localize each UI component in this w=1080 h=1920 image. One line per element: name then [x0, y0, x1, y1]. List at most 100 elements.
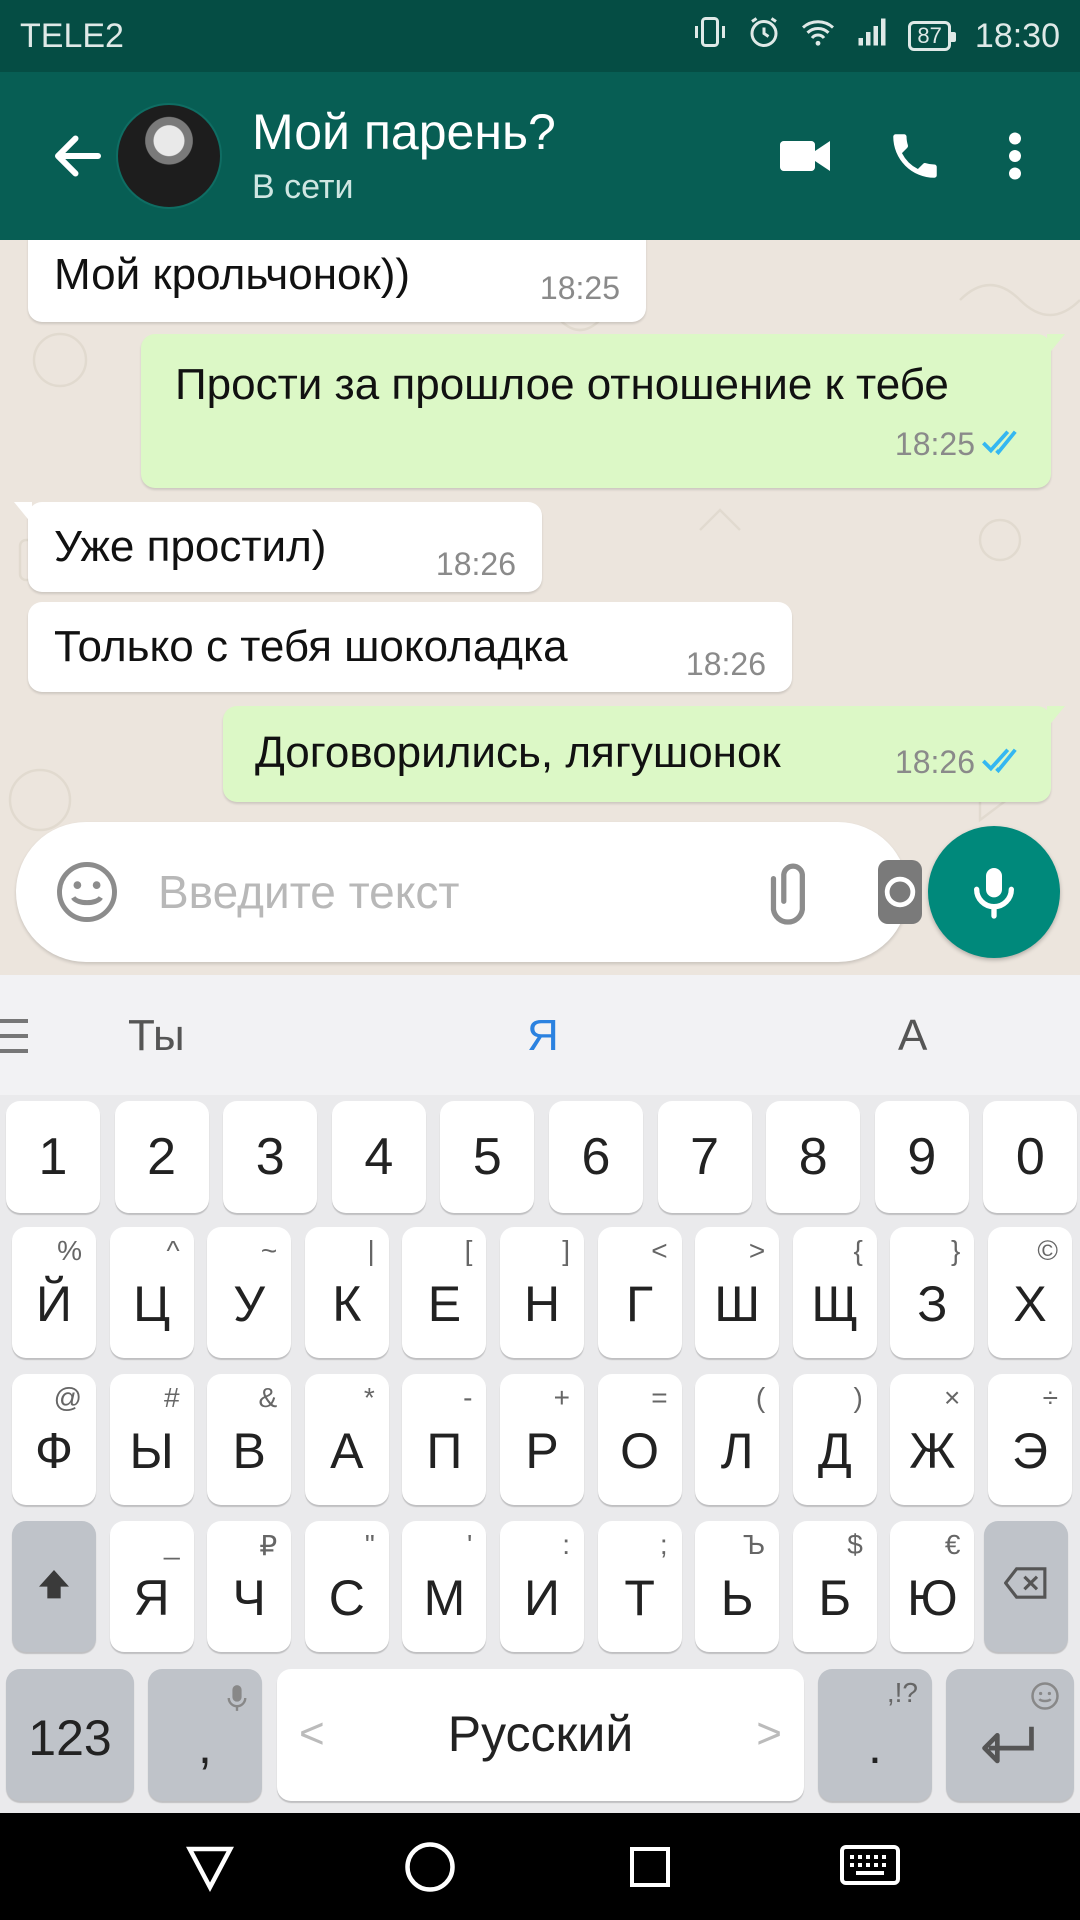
- message-bubble-outgoing[interactable]: Договорились, лягушонок 18:26: [223, 706, 1065, 802]
- message-bubble-incoming[interactable]: Уже простил) 18:26: [14, 502, 542, 592]
- key-label: 123: [28, 1710, 112, 1766]
- key-hint: ©: [1037, 1235, 1058, 1266]
- key-В[interactable]: В &: [207, 1374, 292, 1505]
- key-1[interactable]: 1: [6, 1101, 100, 1213]
- camera-icon: [884, 876, 916, 908]
- key-Ж[interactable]: Ж ×: [890, 1374, 975, 1505]
- home-nav-button[interactable]: [395, 1832, 465, 1902]
- period-key[interactable]: .,!?: [818, 1669, 932, 1801]
- key-С[interactable]: С ": [304, 1521, 389, 1652]
- suggestion-1[interactable]: Ты: [128, 1011, 185, 1061]
- key-П[interactable]: П-: [402, 1374, 487, 1505]
- clock: 18:30: [974, 16, 1060, 55]
- key-hint: ^: [166, 1235, 180, 1266]
- key-hint: +: [553, 1382, 570, 1413]
- key-3[interactable]: 3: [223, 1101, 318, 1213]
- key-hint: Ъ: [743, 1529, 766, 1560]
- key-И[interactable]: И:: [500, 1521, 584, 1652]
- comma-key[interactable]: ,: [148, 1669, 262, 1801]
- key-Щ[interactable]: Щ{: [792, 1227, 877, 1358]
- key-label: М: [423, 1570, 466, 1626]
- key-hint: ;: [659, 1529, 668, 1560]
- contact-info[interactable]: Мой парень? В сети: [252, 103, 750, 209]
- key-Н[interactable]: Н]: [500, 1227, 584, 1358]
- suggestion-3[interactable]: А: [898, 1011, 927, 1061]
- key-hint: {: [853, 1235, 863, 1266]
- key-А[interactable]: А *: [304, 1374, 389, 1505]
- key-У[interactable]: У ~: [207, 1227, 292, 1358]
- key-hint: ₽: [259, 1530, 278, 1561]
- key-Б[interactable]: Б $: [792, 1521, 877, 1652]
- back-nav-button[interactable]: [175, 1832, 245, 1902]
- key-0[interactable]: 0: [983, 1101, 1078, 1213]
- key-Р[interactable]: Р +: [500, 1374, 584, 1505]
- smiley-icon: [57, 862, 117, 922]
- key-М[interactable]: М ': [402, 1521, 487, 1652]
- key-Э[interactable]: Э ÷: [988, 1374, 1072, 1505]
- triangle-back-icon: [186, 1846, 234, 1892]
- key-О[interactable]: О =: [597, 1374, 682, 1505]
- small-microphone-icon: [227, 1685, 247, 1711]
- key-label: Ф: [34, 1423, 73, 1479]
- more-options-button[interactable]: [970, 101, 1060, 211]
- attach-button[interactable]: [756, 857, 826, 927]
- message-bubble-incoming[interactable]: Только с тебя шоколадка 18:26: [28, 602, 792, 692]
- key-Я[interactable]: Я _: [109, 1521, 194, 1652]
- key-Л[interactable]: Л(: [695, 1374, 780, 1505]
- key-4[interactable]: 4: [331, 1101, 426, 1213]
- key-hint: #: [164, 1382, 180, 1413]
- key-Г[interactable]: Г <: [597, 1227, 682, 1358]
- recents-nav-button[interactable]: [615, 1832, 685, 1902]
- key-9[interactable]: 9: [874, 1101, 969, 1213]
- key-Ю[interactable]: Ю €: [890, 1521, 975, 1652]
- key-Ь[interactable]: ЬЪ: [695, 1521, 780, 1652]
- emoji-button[interactable]: [54, 859, 120, 925]
- key-5[interactable]: 5: [440, 1101, 535, 1213]
- key-label: А: [330, 1423, 364, 1479]
- key-К[interactable]: К |: [304, 1227, 389, 1358]
- menu-icon[interactable]: [0, 1017, 30, 1055]
- key-8[interactable]: 8: [766, 1101, 861, 1213]
- message-input[interactable]: [158, 865, 756, 919]
- message-text: Только с тебя шоколадка: [54, 622, 568, 671]
- voice-record-button[interactable]: [928, 826, 1060, 958]
- camera-button[interactable]: [878, 860, 922, 924]
- key-Ц[interactable]: Ц ^: [109, 1227, 194, 1358]
- backspace-key[interactable]: [984, 1521, 1068, 1652]
- signal-icon: [854, 14, 890, 59]
- suggestion-2[interactable]: Я: [527, 1011, 559, 1061]
- shift-key[interactable]: [12, 1521, 96, 1652]
- key-Е[interactable]: Е[: [402, 1227, 487, 1358]
- key-Х[interactable]: Х ©: [988, 1227, 1072, 1358]
- key-Т[interactable]: Т;: [597, 1521, 682, 1652]
- key-7[interactable]: 7: [657, 1101, 752, 1213]
- key-hint: &: [258, 1382, 278, 1413]
- key-label: Б: [818, 1570, 852, 1626]
- video-call-button[interactable]: [750, 101, 860, 211]
- keyboard-switch-button[interactable]: [835, 1832, 905, 1902]
- key-Ф[interactable]: Ф @: [12, 1374, 96, 1505]
- key-2[interactable]: 2: [114, 1101, 209, 1213]
- key-Д[interactable]: Д): [792, 1374, 877, 1505]
- numbers-key[interactable]: 123: [6, 1669, 134, 1801]
- key-Ш[interactable]: Ш >: [695, 1227, 780, 1358]
- key-Ы[interactable]: Ы #: [109, 1374, 194, 1505]
- key-З[interactable]: З}: [890, 1227, 975, 1358]
- key-label: 7: [690, 1128, 720, 1186]
- key-label: Н: [523, 1276, 561, 1332]
- back-button[interactable]: [40, 116, 116, 196]
- wifi-icon: [800, 14, 836, 59]
- voice-call-button[interactable]: [860, 101, 970, 211]
- space-key[interactable]: Русский < >: [277, 1669, 804, 1801]
- enter-key[interactable]: [946, 1669, 1074, 1801]
- key-label: С: [328, 1570, 365, 1626]
- video-camera-icon: [780, 141, 830, 171]
- key-Й[interactable]: Й%: [12, 1227, 96, 1358]
- message-text: Договорились, лягушонок: [255, 728, 781, 777]
- key-6[interactable]: 6: [549, 1101, 643, 1213]
- key-Ч[interactable]: Ч ₽: [207, 1521, 292, 1652]
- message-bubble-outgoing[interactable]: Прости за прошлое отношение к тебе 18:25: [141, 334, 1065, 488]
- avatar[interactable]: [116, 103, 222, 209]
- key-label: Ж: [909, 1423, 956, 1479]
- message-bubble-incoming[interactable]: Мой крольчонок)) 18:25: [28, 240, 646, 322]
